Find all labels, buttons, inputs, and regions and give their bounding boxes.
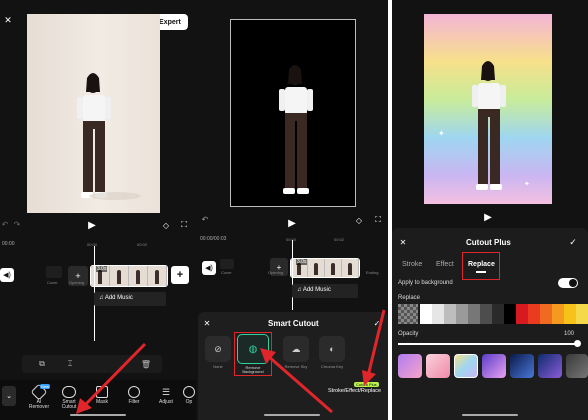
background-thumb-6[interactable] <box>538 354 562 378</box>
sheet-title: Cutout Plus <box>466 238 511 247</box>
keyframe-icon[interactable]: ◇ <box>160 219 172 231</box>
opacity-slider-handle[interactable] <box>574 340 581 347</box>
opacity-label: Opacity <box>398 331 419 337</box>
undo-icon[interactable]: ↶ <box>0 219 10 229</box>
transparent-swatch[interactable] <box>398 304 418 324</box>
play-icon[interactable]: ▶ <box>286 217 298 229</box>
close-icon[interactable]: ✕ <box>2 14 14 26</box>
tool-adjust[interactable]: ☰ Adjust <box>154 386 178 405</box>
opening-label: Opening <box>69 280 85 285</box>
preview-canvas-cutout <box>230 19 356 207</box>
opening-label: Opening <box>268 270 284 275</box>
apply-to-background-label: Apply to background <box>398 280 453 286</box>
add-music-label[interactable]: ♫ Add Music <box>99 295 133 301</box>
new-badge: New <box>40 384 51 389</box>
toggle-knob <box>569 279 577 287</box>
option-none[interactable]: ⊘ None <box>204 336 232 369</box>
time-mark-0: 00:00 <box>286 237 297 242</box>
person-figure <box>279 65 313 194</box>
play-icon[interactable]: ▶ <box>482 211 494 223</box>
background-thumb-4[interactable] <box>482 354 506 378</box>
cover-label: Cover <box>221 270 232 275</box>
tool-more[interactable]: Op <box>182 386 196 405</box>
tab-stroke[interactable]: Stroke <box>402 261 422 268</box>
red-arrow-annotation <box>76 342 147 414</box>
color-swatch[interactable] <box>420 304 432 324</box>
color-swatch[interactable] <box>492 304 504 324</box>
color-swatch[interactable] <box>480 304 492 324</box>
background-thumb-2[interactable] <box>426 354 450 378</box>
more-icon <box>183 386 195 398</box>
playhead[interactable] <box>292 240 293 310</box>
color-swatch[interactable] <box>432 304 444 324</box>
color-swatch[interactable] <box>552 304 564 324</box>
none-icon: ⊘ <box>205 336 231 362</box>
current-time: 00:00 <box>2 241 15 247</box>
background-thumb-1[interactable] <box>398 354 422 378</box>
person-figure <box>77 73 141 200</box>
red-arrow-annotation <box>260 348 333 414</box>
adjust-icon: ☰ <box>161 387 171 397</box>
person-figure: ✦ ✦ <box>438 61 530 190</box>
preview-canvas <box>27 14 160 213</box>
ending-label: Ending <box>366 270 379 275</box>
time-mark-1: 00:02 <box>334 237 345 242</box>
color-swatch[interactable] <box>516 304 528 324</box>
color-swatch[interactable] <box>564 304 576 324</box>
svg-text:✦: ✦ <box>438 129 445 138</box>
close-sheet-icon[interactable]: ✕ <box>202 318 212 328</box>
mute-icon[interactable]: ◀) <box>202 261 216 275</box>
editor-panel-1: ✕ ⇪Expert ↶ ↷ ▶ ◇ ⛶ 00:00 00:00 00:02 ◀)… <box>0 0 196 420</box>
current-time: 00:00/00:03 <box>200 236 227 242</box>
color-swatch[interactable] <box>528 304 540 324</box>
redo-icon[interactable]: ↷ <box>12 219 22 229</box>
color-swatch[interactable] <box>540 304 552 324</box>
cover-button[interactable] <box>220 259 234 269</box>
color-swatch[interactable] <box>468 304 480 324</box>
clip-duration: 3.0s <box>96 266 108 272</box>
opacity-value: 100 <box>564 331 575 337</box>
home-indicator <box>462 414 518 416</box>
cover-button[interactable] <box>46 266 62 278</box>
keyframe-icon[interactable]: ◇ <box>353 214 365 226</box>
background-thumb-5[interactable] <box>510 354 534 378</box>
fullscreen-icon[interactable]: ⛶ <box>178 219 190 231</box>
background-thumb-3-selected[interactable] <box>454 354 478 378</box>
preview-canvas-replaced: ✦ ✦ <box>424 14 552 204</box>
tool-ai-remover[interactable]: AI Remover <box>26 383 52 410</box>
add-clip-icon[interactable]: + <box>171 266 189 284</box>
color-swatch[interactable] <box>444 304 456 324</box>
copy-icon[interactable]: ⧉ <box>36 358 48 370</box>
svg-text:✦: ✦ <box>524 180 530 188</box>
fullscreen-icon[interactable]: ⛶ <box>372 214 384 226</box>
play-icon[interactable]: ▶ <box>86 219 98 231</box>
mute-icon[interactable]: ◀) <box>0 268 14 282</box>
collapse-icon[interactable]: ⌄ <box>2 386 16 406</box>
close-sheet-icon[interactable]: ✕ <box>398 237 408 247</box>
editor-panel-2: ↶ ▶ ◇ ⛶ 00:00/00:03 00:00 00:02 ◀) Cover… <box>196 0 388 420</box>
replace-tab-highlight <box>462 252 500 280</box>
add-music-label[interactable]: ♫ Add Music <box>297 287 331 293</box>
replace-label: Replace <box>398 295 421 301</box>
color-swatch[interactable] <box>504 304 516 324</box>
time-mark-0: 00:00 <box>87 242 98 247</box>
color-swatch[interactable] <box>456 304 468 324</box>
undo-icon[interactable]: ↶ <box>200 214 210 224</box>
confirm-icon[interactable]: ✓ <box>568 237 578 247</box>
time-mark-1: 00:02 <box>137 242 148 247</box>
sheet-title: Smart Cutout <box>268 319 319 328</box>
background-thumb-7[interactable] <box>566 354 588 378</box>
clip-duration: 3.0s <box>296 259 308 265</box>
cover-label: Cover <box>47 280 58 285</box>
editor-panel-3: ✦ ✦ ▶ ✕ Cutout Plus ✓ Stroke Effect Repl… <box>392 0 588 420</box>
opacity-slider-track[interactable] <box>398 343 578 345</box>
red-arrow-annotation-2 <box>362 309 386 386</box>
color-swatch[interactable] <box>576 304 588 324</box>
apply-to-background-toggle[interactable] <box>558 278 578 288</box>
tab-effect[interactable]: Effect <box>436 261 454 268</box>
